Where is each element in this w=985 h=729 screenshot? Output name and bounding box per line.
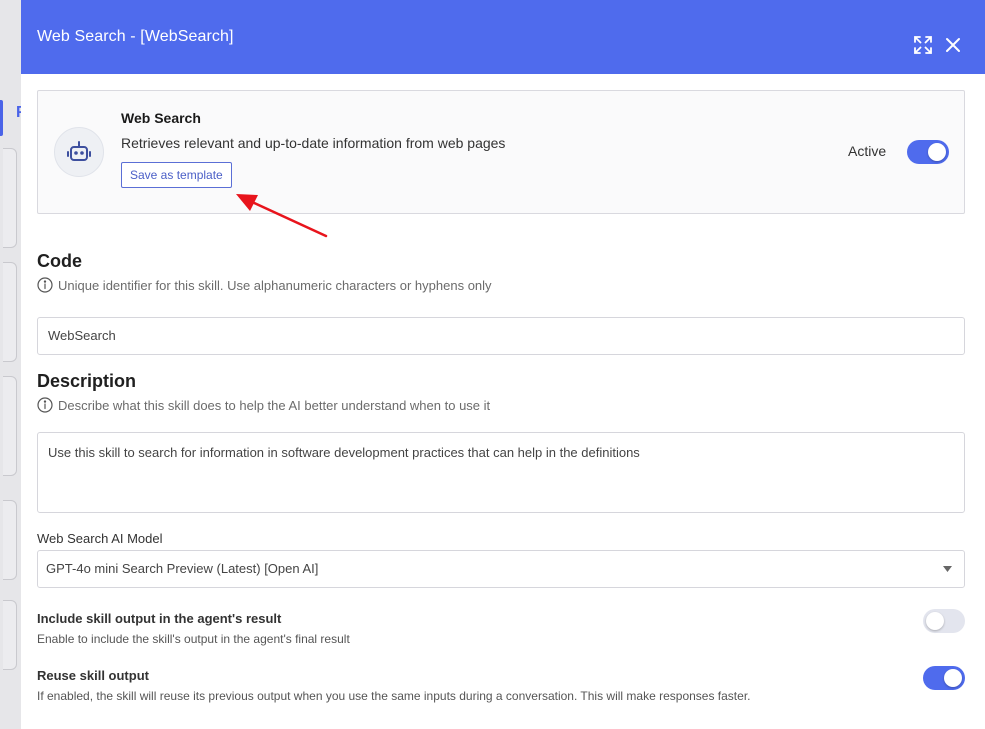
background-card: [3, 600, 17, 670]
description-hint-text: Describe what this skill does to help th…: [58, 397, 491, 413]
info-icon: [37, 277, 53, 293]
code-input[interactable]: WebSearch: [37, 317, 965, 355]
background-page: F: [0, 0, 22, 729]
code-section-title: Code: [37, 251, 82, 271]
modal-content: Web Search Retrieves relevant and up-to-…: [37, 90, 965, 703]
info-icon: [37, 397, 53, 413]
close-icon: [946, 38, 960, 52]
modal-title: Web Search - [WebSearch]: [37, 28, 234, 45]
include-output-toggle[interactable]: [923, 609, 965, 633]
skill-modal: Web Search - [WebSearch] Web Search Retr…: [21, 0, 985, 729]
skill-name: Web Search: [121, 110, 201, 126]
code-hint-text: Unique identifier for this skill. Use al…: [58, 277, 492, 293]
active-toggle[interactable]: [907, 140, 949, 164]
caret-down-icon: [943, 566, 952, 572]
reuse-output-description: If enabled, the skill will reuse its pre…: [37, 689, 751, 703]
include-output-description: Enable to include the skill's output in …: [37, 632, 350, 646]
expand-button[interactable]: [913, 35, 933, 55]
description-textarea[interactable]: Use this skill to search for information…: [37, 432, 965, 513]
background-card: [3, 148, 17, 248]
skill-avatar: [54, 127, 104, 177]
close-button[interactable]: [943, 35, 963, 55]
background-nav-indicator: [0, 100, 3, 136]
background-card: [3, 262, 17, 362]
description-value: Use this skill to search for information…: [48, 445, 640, 460]
active-label: Active: [848, 143, 887, 159]
robot-icon: [67, 141, 91, 161]
code-hint: Unique identifier for this skill. Use al…: [37, 277, 492, 293]
model-selected-value: GPT-4o mini Search Preview (Latest) [Ope…: [46, 561, 319, 576]
toggle-knob: [926, 612, 944, 630]
skill-description: Retrieves relevant and up-to-date inform…: [121, 135, 506, 151]
code-input-value: WebSearch: [48, 328, 116, 343]
expand-icon: [914, 36, 932, 54]
modal-header: Web Search - [WebSearch]: [21, 0, 985, 74]
toggle-knob: [944, 669, 962, 687]
save-as-template-button[interactable]: Save as template: [121, 162, 232, 188]
description-hint: Describe what this skill does to help th…: [37, 397, 490, 413]
skill-card: Web Search Retrieves relevant and up-to-…: [37, 90, 965, 214]
toggle-knob: [928, 143, 946, 161]
model-select[interactable]: GPT-4o mini Search Preview (Latest) [Ope…: [37, 550, 965, 588]
reuse-output-toggle[interactable]: [923, 666, 965, 690]
model-label: Web Search AI Model: [37, 531, 163, 546]
background-card: [3, 376, 17, 476]
include-output-title: Include skill output in the agent's resu…: [37, 611, 282, 626]
description-section-title: Description: [37, 371, 137, 391]
background-card: [3, 500, 17, 580]
reuse-output-title: Reuse skill output: [37, 668, 149, 683]
